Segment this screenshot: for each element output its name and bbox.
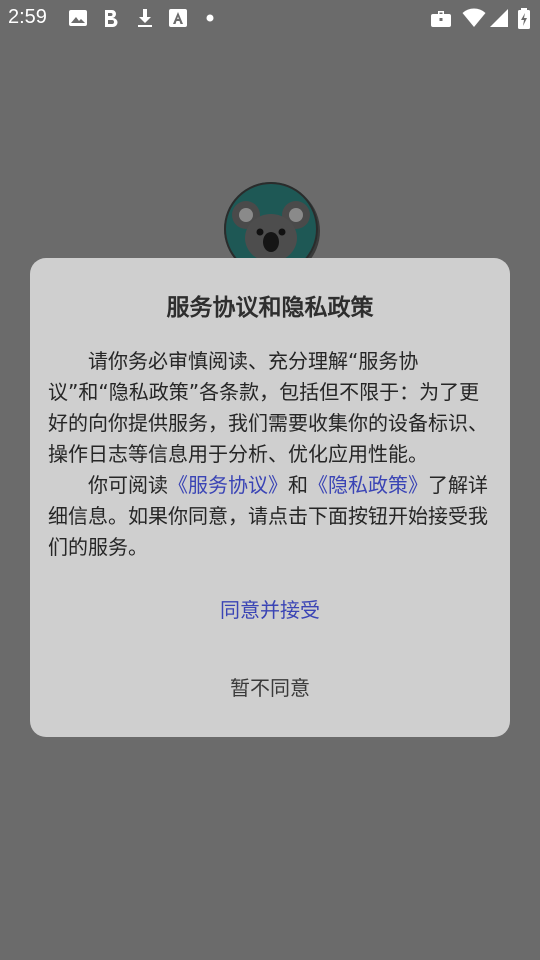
bold-b-icon xyxy=(102,8,120,28)
p2-text-2: 和 xyxy=(288,473,308,497)
briefcase-icon xyxy=(430,8,452,28)
signal-icon xyxy=(489,8,509,28)
dialog-paragraph-2: 你可阅读《服务协议》和《隐私政策》了解详细信息。如果你同意，请点击下面按钮开始接… xyxy=(48,470,494,563)
wifi-icon xyxy=(462,8,486,28)
status-bar: 2:59 xyxy=(0,0,540,36)
decline-button[interactable]: 暂不同意 xyxy=(30,672,510,701)
privacy-policy-link[interactable]: 《隐私政策》 xyxy=(308,473,428,497)
agree-button[interactable]: 同意并接受 xyxy=(30,594,510,623)
battery-charging-icon xyxy=(517,8,531,30)
dialog-title: 服务协议和隐私政策 xyxy=(166,295,374,321)
status-time: 2:59 xyxy=(8,6,47,28)
privacy-dialog: 服务协议和隐私政策 请你务必审慎阅读、充分理解“服务协议”和“隐私政策”各条款，… xyxy=(30,258,510,737)
text-a-icon xyxy=(168,8,188,28)
service-agreement-link[interactable]: 《服务协议》 xyxy=(168,473,288,497)
download-icon xyxy=(135,8,155,28)
dot-icon xyxy=(204,8,216,28)
image-icon xyxy=(68,8,88,28)
p2-text-1: 你可阅读 xyxy=(88,473,168,497)
dialog-paragraph-1: 请你务必审慎阅读、充分理解“服务协议”和“隐私政策”各条款，包括但不限于：为了更… xyxy=(48,349,488,466)
dialog-body: 请你务必审慎阅读、充分理解“服务协议”和“隐私政策”各条款，包括但不限于：为了更… xyxy=(48,346,494,563)
